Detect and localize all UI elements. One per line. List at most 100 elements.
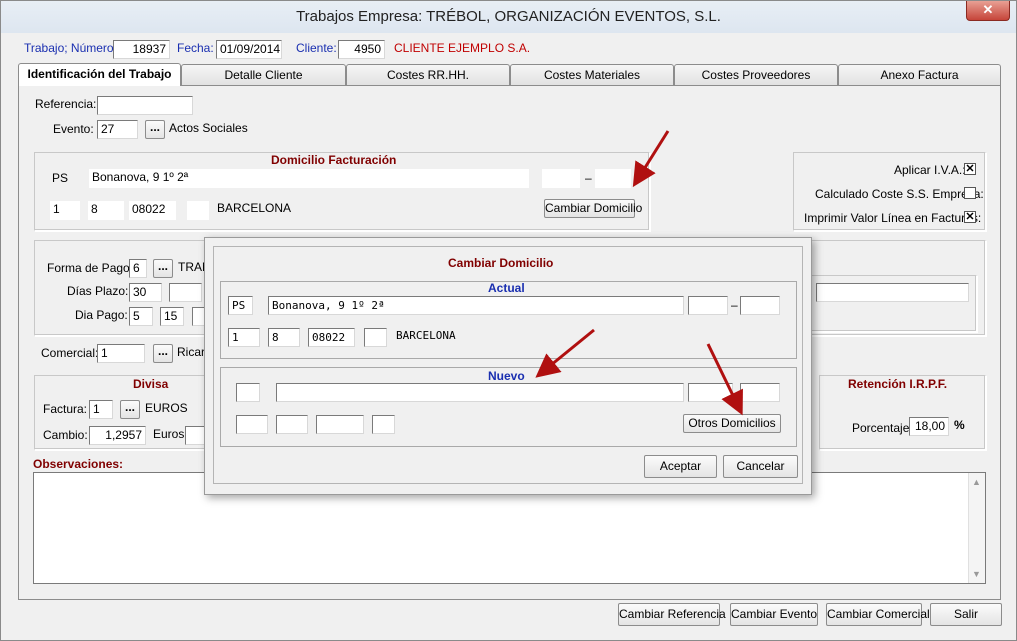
trabajo-number-field[interactable]: 18937: [113, 40, 170, 59]
dia-pago-field-2[interactable]: 15: [160, 307, 184, 326]
actual-f1: 1: [228, 328, 260, 347]
domicilio-f3: [187, 201, 209, 220]
nuevo-calle-field[interactable]: [276, 383, 684, 402]
dia-pago-label: Dia Pago:: [75, 308, 128, 322]
dias-plazo-field-2[interactable]: [169, 283, 202, 302]
ss-checkbox[interactable]: [964, 187, 976, 199]
cliente-code-field[interactable]: 4950: [338, 40, 385, 59]
factura-text: EUROS: [145, 401, 188, 415]
cambiar-comercial-button[interactable]: Cambiar Comercial: [826, 603, 930, 626]
pago-right-field[interactable]: [816, 283, 969, 302]
irpf-title: Retención I.R.P.F.: [848, 377, 948, 391]
actual-f2: 8: [268, 328, 300, 347]
fecha-label: Fecha:: [177, 41, 214, 55]
cambiar-domicilio-label: Cambiar Domicilio: [545, 201, 643, 215]
fecha-field[interactable]: 01/09/2014: [216, 40, 282, 59]
scroll-up-icon[interactable]: ▲: [972, 477, 981, 487]
actual-via: PS: [228, 296, 253, 315]
forma-pago-label: Forma de Pago:: [47, 261, 134, 275]
iva-label: Aplicar I.V.A.:: [894, 163, 966, 177]
window-title: Trabajos Empresa: TRÉBOL, ORGANIZACIÓN E…: [296, 8, 721, 25]
porcentaje-label: Porcentaje:: [852, 421, 913, 435]
nuevo-f1-field[interactable]: [236, 415, 268, 434]
evento-label: Evento:: [53, 122, 94, 136]
cancelar-label: Cancelar: [736, 459, 785, 473]
observaciones-scrollbar[interactable]: ▲ ▼: [968, 473, 985, 583]
comercial-lookup-button[interactable]: ...: [153, 344, 173, 363]
dialog-title: Cambiar Domicilio: [448, 256, 554, 270]
otros-domicilios-button[interactable]: Otros Domicilios: [683, 414, 781, 433]
cambio-field[interactable]: 1,2957: [89, 426, 146, 445]
domicilio-cp: 08022: [129, 201, 176, 220]
actual-title: Actual: [488, 281, 525, 295]
cambio-text: Euros: [153, 427, 185, 441]
divisa-title: Divisa: [133, 377, 169, 391]
close-icon[interactable]: ✕: [966, 1, 1010, 21]
factura-label: Factura:: [43, 402, 88, 416]
domicilio-title: Domicilio Facturación: [271, 153, 397, 167]
observaciones-label: Observaciones:: [33, 457, 124, 471]
domicilio-via: PS: [52, 171, 69, 185]
nuevo-via-field[interactable]: [236, 383, 260, 402]
iva-checkbox[interactable]: ✕: [964, 163, 976, 175]
tab-costes-proveedores[interactable]: Costes Proveedores: [674, 64, 838, 85]
window-titlebar: Trabajos Empresa: TRÉBOL, ORGANIZACIÓN E…: [1, 1, 1016, 33]
cambio-label: Cambio:: [43, 428, 88, 442]
evento-lookup-button[interactable]: ...: [145, 120, 165, 139]
cambiar-domicilio-button[interactable]: Cambiar Domicilio: [544, 199, 642, 218]
nuevo-title: Nuevo: [488, 369, 525, 383]
linea-checkbox[interactable]: ✕: [964, 211, 976, 223]
domicilio-field-b: [595, 169, 631, 188]
forma-pago-lookup-button[interactable]: ...: [153, 259, 173, 278]
cambiar-evento-button[interactable]: Cambiar Evento: [730, 603, 818, 626]
forma-pago-field[interactable]: 6: [129, 259, 147, 278]
cliente-name: CLIENTE EJEMPLO S.A.: [394, 41, 531, 55]
evento-field[interactable]: 27: [97, 120, 138, 139]
tab-costes-rrhh[interactable]: Costes RR.HH.: [346, 64, 510, 85]
cambiar-domicilio-dialog: Cambiar Domicilio Actual PS Bonanova, 9 …: [204, 237, 812, 495]
dias-plazo-field[interactable]: 30: [129, 283, 162, 302]
dias-plazo-label: Días Plazo:: [67, 284, 129, 298]
referencia-label: Referencia:: [35, 97, 97, 111]
salir-button[interactable]: Salir: [930, 603, 1002, 626]
otros-domicilios-label: Otros Domicilios: [688, 416, 776, 430]
evento-name: Actos Sociales: [169, 121, 248, 135]
porcentaje-field[interactable]: 18,00: [909, 417, 949, 436]
nuevo-cp-field[interactable]: [316, 415, 364, 434]
actual-field-a: [688, 296, 728, 315]
linea-label: Imprimir Valor Línea en Facturas:: [804, 211, 982, 225]
aceptar-button[interactable]: Aceptar: [644, 455, 717, 478]
actual-ciudad: BARCELONA: [396, 329, 456, 342]
scroll-down-icon[interactable]: ▼: [972, 569, 981, 579]
nuevo-field-b[interactable]: [740, 383, 780, 402]
percent-sign: %: [954, 418, 965, 432]
cambiar-referencia-button[interactable]: Cambiar Referencia: [618, 603, 726, 626]
factura-lookup-button[interactable]: ...: [120, 400, 140, 419]
actual-f3: [364, 328, 387, 347]
tab-identificacion[interactable]: Identificación del Trabajo: [18, 63, 181, 86]
actual-dash: –: [731, 298, 738, 312]
domicilio-dash: –: [585, 171, 592, 185]
tab-detalle-cliente[interactable]: Detalle Cliente: [181, 64, 346, 85]
domicilio-field-a: [542, 169, 580, 188]
factura-field[interactable]: 1: [89, 400, 113, 419]
aceptar-label: Aceptar: [659, 459, 702, 473]
comercial-text: Ricar: [177, 345, 206, 359]
nuevo-f2-field[interactable]: [276, 415, 308, 434]
ss-label: Calculado Coste S.S. Empresa:: [815, 187, 984, 201]
cliente-label: Cliente:: [296, 41, 337, 55]
referencia-field[interactable]: [97, 96, 193, 115]
nuevo-f3-field[interactable]: [372, 415, 395, 434]
nuevo-field-a[interactable]: [688, 383, 733, 402]
actual-calle: Bonanova, 9 1º 2ª: [268, 296, 684, 315]
domicilio-calle: Bonanova, 9 1º 2ª: [89, 169, 529, 188]
tab-anexo-factura[interactable]: Anexo Factura: [838, 64, 1001, 85]
comercial-label: Comercial:: [41, 346, 99, 360]
trabajo-label: Trabajo; Número:: [24, 41, 117, 55]
cancelar-button[interactable]: Cancelar: [723, 455, 798, 478]
dia-pago-field-1[interactable]: 5: [129, 307, 153, 326]
domicilio-ciudad: BARCELONA: [217, 201, 292, 215]
tab-costes-materiales[interactable]: Costes Materiales: [510, 64, 674, 85]
comercial-field[interactable]: 1: [97, 344, 145, 363]
domicilio-f1: 1: [50, 201, 80, 220]
